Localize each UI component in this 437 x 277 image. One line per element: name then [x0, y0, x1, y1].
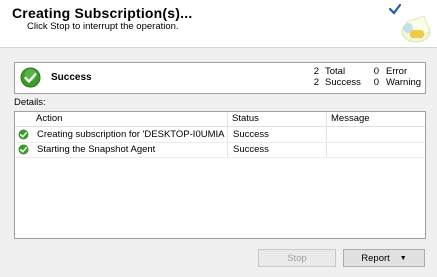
total-count: 2: [313, 66, 319, 77]
summary-panel: Success 2 2 Total Success 0 0 Error Warn…: [14, 62, 426, 94]
column-header-message[interactable]: Message: [331, 113, 370, 124]
row-status: Success: [233, 144, 269, 155]
stats-labels-right: Error Warning: [386, 66, 421, 88]
success-icon: [18, 129, 29, 143]
stats-counts-left: 2 2: [307, 66, 319, 88]
stop-button[interactable]: Stop: [258, 249, 336, 267]
header-banner: Creating Subscription(s)... Click Stop t…: [0, 0, 437, 48]
grid-header: Action Status Message: [15, 112, 425, 127]
column-header-action[interactable]: Action: [36, 113, 62, 124]
row-action: Creating subscription for 'DESKTOP-I0UMI…: [37, 129, 225, 140]
success-icon: [18, 144, 29, 158]
details-label: Details:: [14, 97, 46, 108]
success-large-icon: [20, 67, 41, 91]
warning-label: Warning: [386, 77, 422, 88]
summary-status: Success: [51, 72, 92, 83]
error-count: 0: [373, 66, 379, 77]
table-row[interactable]: Creating subscription for 'DESKTOP-I0UMI…: [15, 127, 425, 143]
success-label: Success: [325, 77, 361, 88]
stats-counts-right: 0 0: [367, 66, 379, 88]
page-subtitle: Click Stop to interrupt the operation.: [27, 21, 179, 32]
table-row[interactable]: Starting the Snapshot Agent Success: [15, 142, 425, 158]
report-button-label: Report: [361, 252, 390, 264]
page-title: Creating Subscription(s)...: [12, 5, 193, 21]
column-header-status[interactable]: Status: [232, 113, 259, 124]
report-button[interactable]: Report ▼: [343, 249, 425, 267]
total-label: Total: [325, 66, 346, 77]
row-action: Starting the Snapshot Agent: [37, 144, 156, 155]
success-count: 2: [313, 77, 319, 88]
dropdown-arrow-icon: ▼: [399, 254, 407, 262]
wizard-logo-icon: [386, 2, 434, 49]
details-grid[interactable]: Action Status Message Creating subscript…: [14, 111, 426, 239]
error-label: Error: [386, 66, 408, 77]
stop-button-label: Stop: [287, 252, 307, 264]
warning-count: 0: [373, 77, 379, 88]
stats-labels-left: Total Success: [325, 66, 361, 88]
row-status: Success: [233, 129, 269, 140]
